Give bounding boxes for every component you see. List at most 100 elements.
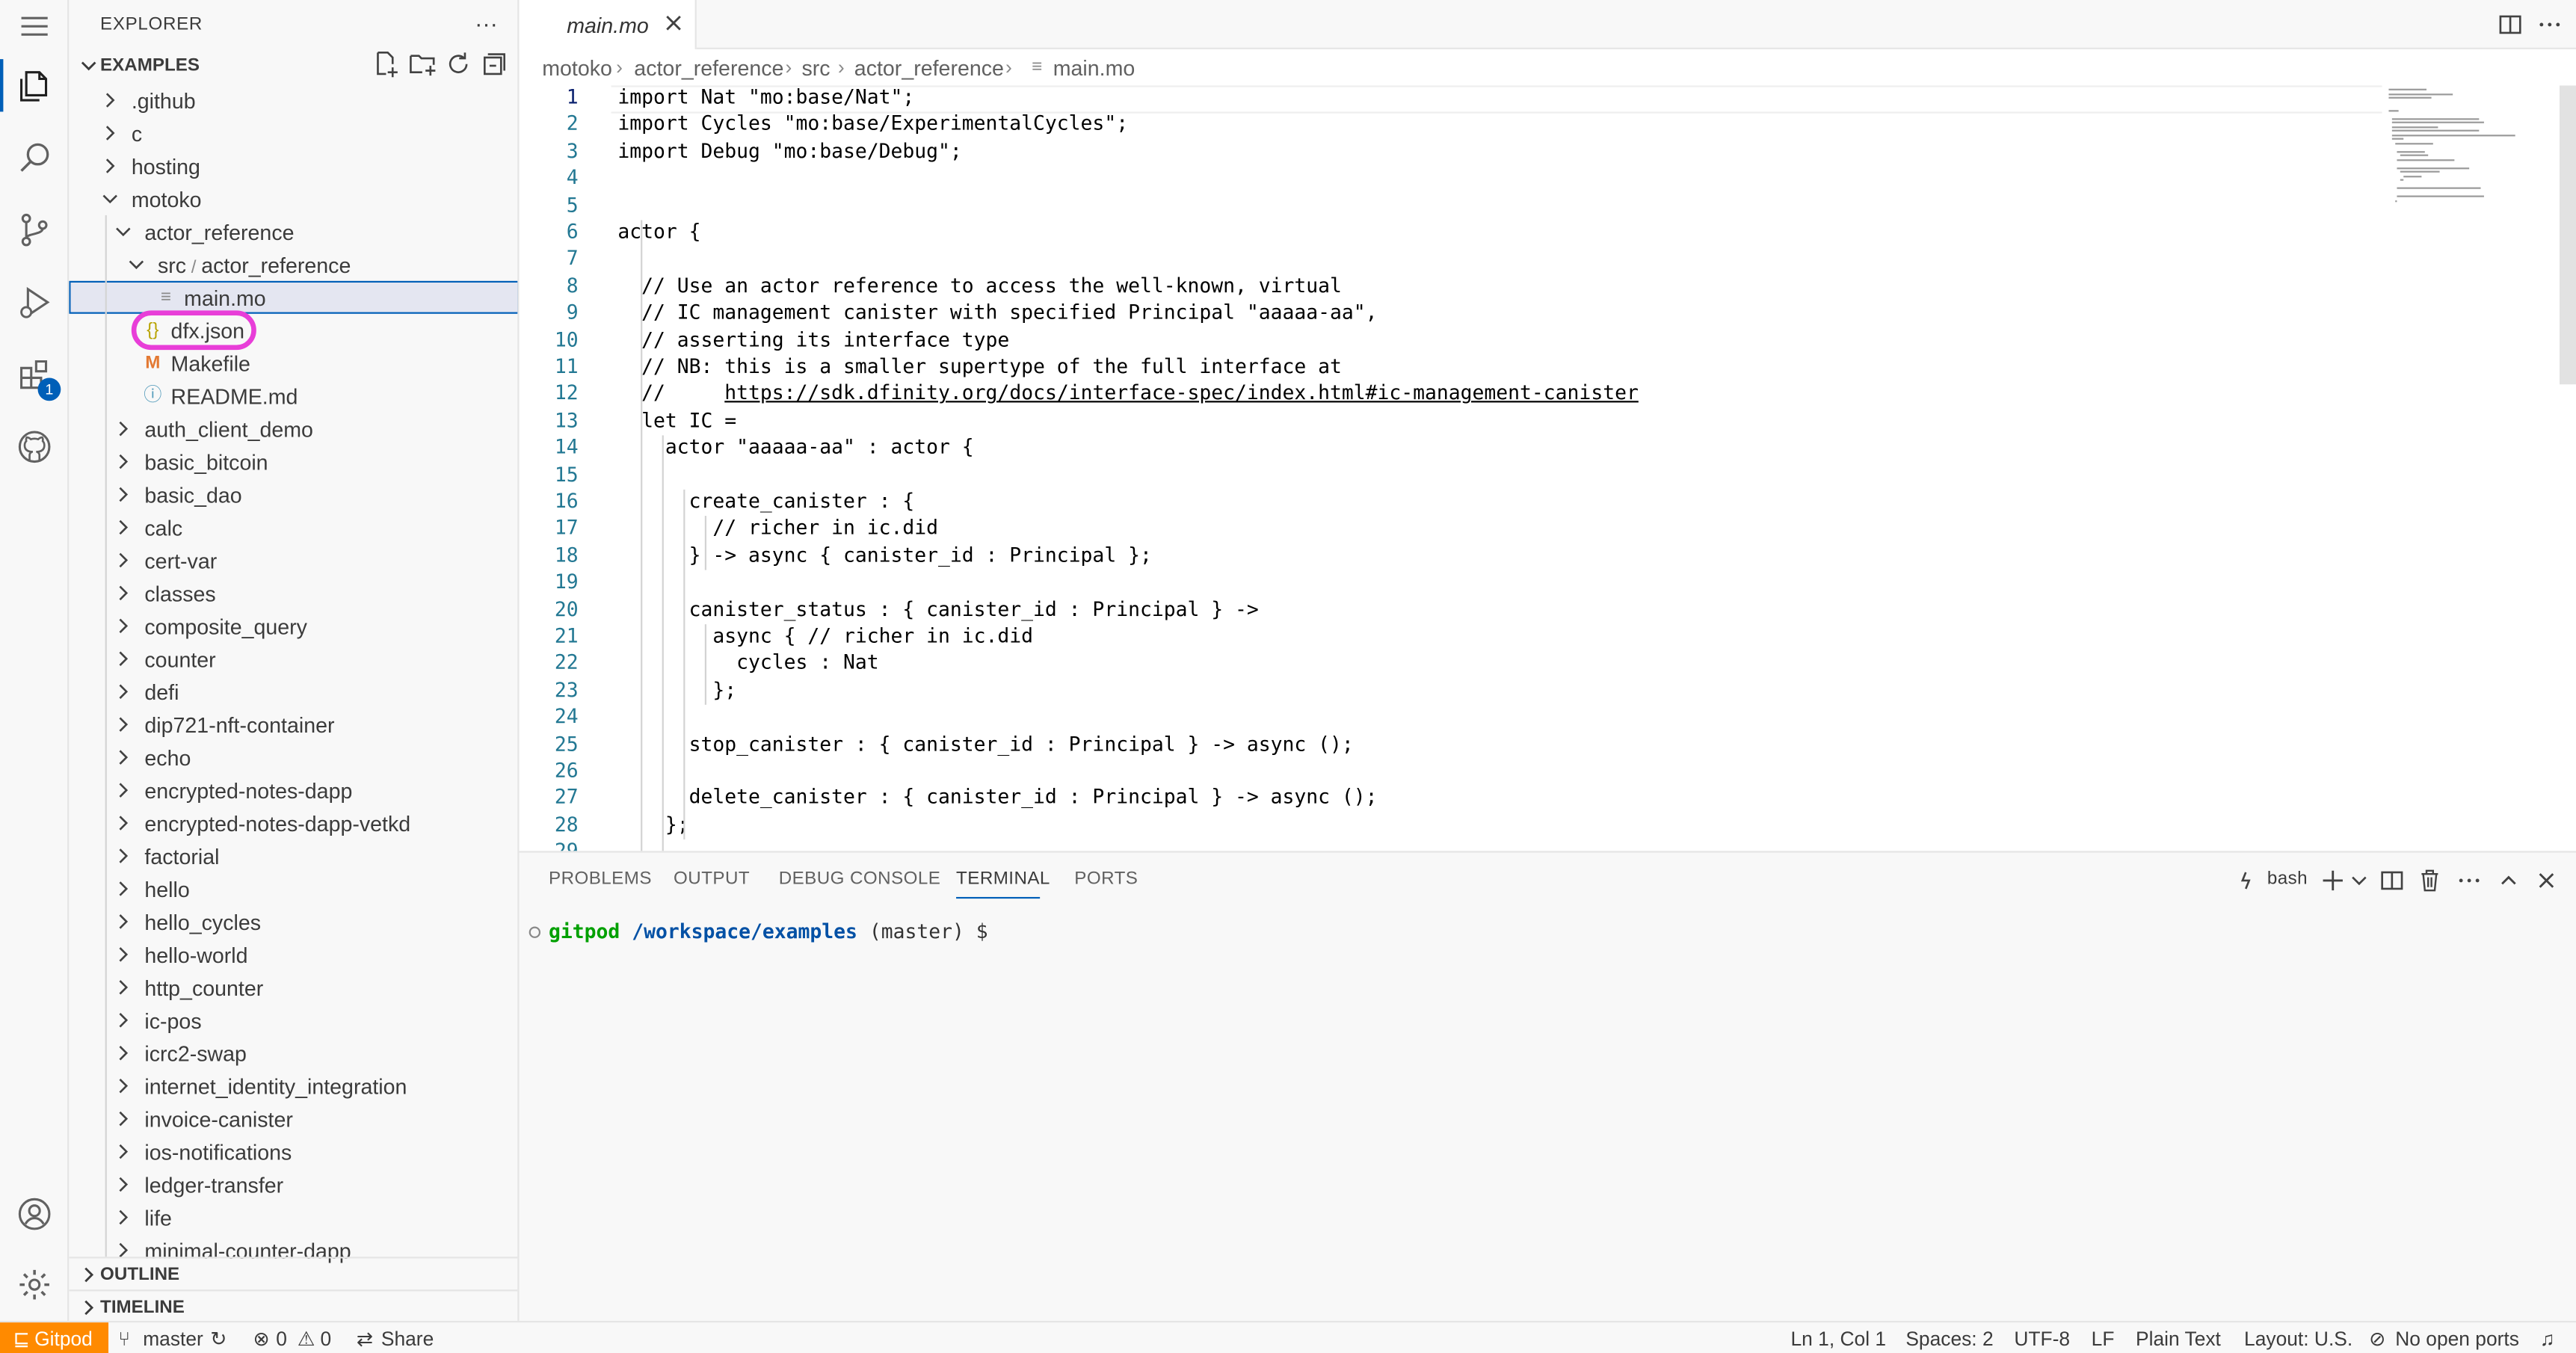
tree-folder[interactable]: auth_client_demo [69,413,517,446]
tree-folder[interactable]: invoice-canister [69,1103,517,1135]
split-editor-icon[interactable] [2498,11,2524,37]
tree-folder[interactable]: dip721-nft-container [69,708,517,741]
tree-file[interactable]: M Makefile [69,347,517,380]
tree-folder[interactable]: composite_query [69,609,517,642]
shell-label[interactable]: bash [2267,869,2308,889]
minimap[interactable] [2382,85,2576,851]
breadcrumb-item[interactable]: actor_reference [634,56,783,81]
tree-folder[interactable]: hello-world [69,938,517,971]
keyboard-layout[interactable]: Layout: U.S. [2244,1328,2352,1351]
trash-icon[interactable] [2417,867,2443,893]
tree-folder[interactable]: classes [69,576,517,609]
tree-folder[interactable]: ic-pos [69,1004,517,1037]
tree-folder[interactable]: basic_bitcoin [69,446,517,478]
chevron-right-icon [119,520,129,535]
breadcrumb-item[interactable]: src [801,56,830,81]
tree-folder[interactable]: echo [69,741,517,774]
remote-label: Gitpod [34,1327,93,1351]
tree-folder[interactable]: .github [69,84,517,117]
tab-terminal[interactable]: TERMINAL [956,869,1050,889]
tree-folder[interactable]: cert-var [69,543,517,576]
source-control-icon[interactable] [0,197,69,263]
tree-folder[interactable]: internet_identity_integration [69,1070,517,1103]
sync-icon[interactable]: ↻ [210,1328,227,1351]
settings-gear-icon[interactable] [0,1252,69,1318]
indentation[interactable]: Spaces: 2 [1905,1328,1993,1351]
notifications-bell-icon[interactable]: ♫ [2540,1328,2555,1351]
chevron-up-icon[interactable] [2495,867,2521,893]
chevron-down-icon[interactable] [2346,867,2372,893]
tab-ports[interactable]: PORTS [1074,869,1138,889]
remote-indicator[interactable]: ⊑ Gitpod [0,1322,109,1353]
line-number: 14 [554,435,579,459]
minimap-line [2391,138,2404,140]
more-actions-icon[interactable] [2456,867,2483,893]
tree-folder[interactable]: encrypted-notes-dapp-vetkd [69,807,517,839]
chevron-right-icon: › [785,55,792,79]
close-icon[interactable] [662,11,685,34]
breadcrumb-item[interactable]: main.mo [1053,56,1136,81]
tree-folder[interactable]: motoko [69,182,517,215]
close-panel-icon[interactable] [2533,867,2560,893]
github-icon[interactable] [0,414,69,480]
tree-folder[interactable]: calc [69,511,517,543]
warnings-count[interactable]: 0 [321,1328,332,1351]
tree-folder[interactable]: defi [69,675,517,708]
extensions-icon[interactable]: 1 [0,342,69,407]
new-file-icon[interactable] [372,49,401,79]
search-icon[interactable] [0,125,69,191]
code-link[interactable]: https://sdk.dfinity.org/docs/interface-s… [724,382,1639,405]
chevron-right-icon [119,454,129,469]
tree-folder[interactable]: hello [69,872,517,905]
makefile-icon: M [145,353,161,373]
tree-folder[interactable]: src / actor_reference [69,248,517,281]
encoding[interactable]: UTF-8 [2014,1328,2070,1351]
language-mode[interactable]: Plain Text [2136,1328,2221,1351]
tree-folder[interactable]: actor_reference [69,215,517,248]
tree-folder[interactable]: counter [69,642,517,675]
accounts-icon[interactable] [0,1181,69,1247]
tree-folder[interactable]: factorial [69,839,517,872]
breadcrumb-item[interactable]: actor_reference [854,56,1004,81]
refresh-icon[interactable] [443,49,473,79]
tree-folder[interactable]: hosting [69,150,517,182]
explorer-icon[interactable] [0,52,69,118]
section-examples[interactable]: EXAMPLES [69,49,517,82]
errors-count[interactable]: 0 [276,1328,287,1351]
tree-folder[interactable]: basic_dao [69,478,517,511]
more-actions-icon[interactable] [2536,11,2563,37]
add-terminal-icon[interactable] [2320,867,2346,893]
share-button[interactable]: Share [381,1328,434,1351]
tab-debug-console[interactable]: DEBUG CONSOLE [779,869,941,889]
chevron-right-icon [84,1267,94,1283]
menu-icon[interactable] [0,0,69,52]
code-editor[interactable]: 1 import Nat "mo:base/Nat"; 2 import Cycles… [519,85,2382,851]
section-outline[interactable]: OUTLINE [69,1257,518,1289]
end-of-line[interactable]: LF [2092,1328,2115,1351]
split-terminal-icon[interactable] [2379,867,2405,893]
tree-file[interactable]: ⓘ README.md [69,380,517,413]
tree-folder[interactable]: hello_cycles [69,905,517,938]
tree-folder[interactable]: ledger-transfer [69,1168,517,1201]
ports-status[interactable]: No open ports [2395,1328,2519,1351]
tree-folder[interactable]: icrc2-swap [69,1037,517,1070]
tree-folder[interactable]: c [69,117,517,150]
section-timeline[interactable]: TIMELINE [69,1289,518,1321]
breadcrumb-item[interactable]: motoko [542,56,612,81]
tree-folder[interactable]: encrypted-notes-dapp [69,774,517,807]
terminal-prompt[interactable]: gitpod /workspace/examples (master) $ [549,920,988,943]
run-debug-icon[interactable] [0,269,69,335]
explorer-more-actions[interactable]: ··· [475,10,498,36]
tree-folder[interactable]: ios-notifications [69,1135,517,1168]
collapse-all-icon[interactable] [480,49,510,79]
tree-folder[interactable]: http_counter [69,971,517,1004]
branch-name[interactable]: master [143,1328,203,1351]
tree-folder[interactable]: life [69,1201,517,1234]
editor-scrollbar[interactable] [2560,85,2576,385]
new-folder-icon[interactable] [407,49,437,79]
tab-main-mo[interactable]: main.mo [519,0,697,49]
tab-problems[interactable]: PROBLEMS [549,869,652,889]
cursor-position[interactable]: Ln 1, Col 1 [1790,1328,1886,1351]
tree-file[interactable]: ≡ main.mo [69,280,518,314]
tab-output[interactable]: OUTPUT [674,869,750,889]
